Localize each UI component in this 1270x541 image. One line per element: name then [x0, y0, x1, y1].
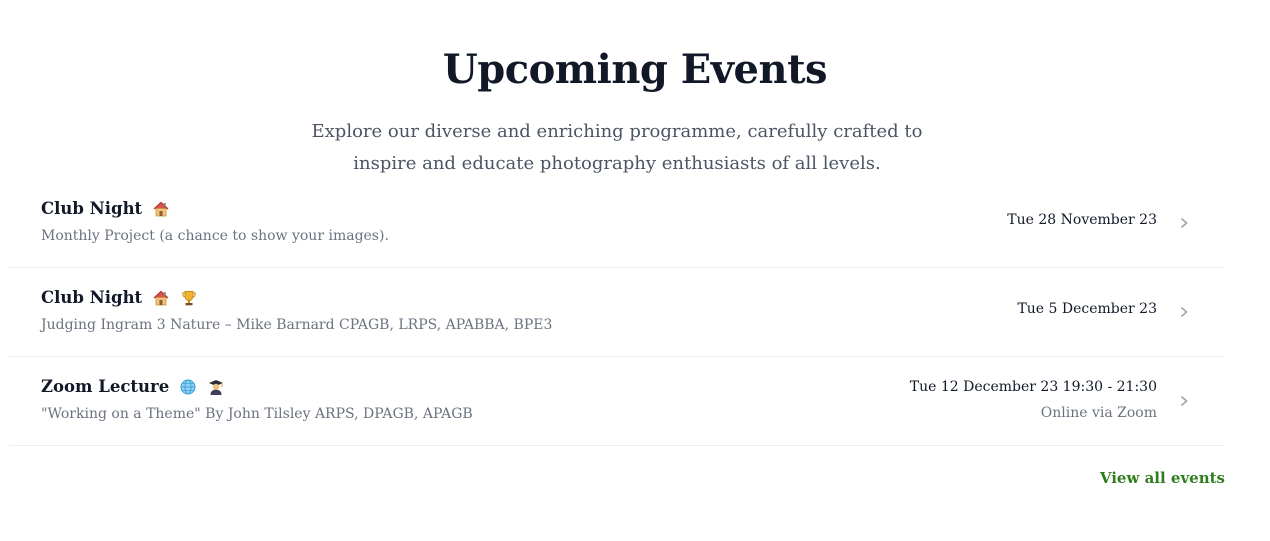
event-title: Zoom Lecture — [41, 377, 170, 396]
event-row[interactable]: Club Night Judging Ingram 3 Nature – Mik… — [9, 268, 1225, 357]
event-title-line: Club Night — [41, 288, 198, 307]
globe-icon — [179, 378, 197, 396]
event-row[interactable]: Club Night Monthly Project (a chance to … — [9, 179, 1225, 268]
house-icon — [152, 200, 170, 218]
trophy-icon — [180, 289, 198, 307]
event-title-line: Zoom Lecture — [41, 377, 225, 396]
event-date: Tue 12 December 23 19:30 - 21:30 — [909, 379, 1157, 395]
event-location: Online via Zoom — [1040, 405, 1157, 421]
event-row[interactable]: Zoom Lecture "Working on a Theme" By Joh… — [9, 357, 1225, 446]
graduate-icon — [207, 378, 225, 396]
chevron-right-icon[interactable] — [1177, 394, 1191, 408]
event-date: Tue 28 November 23 — [1007, 212, 1157, 228]
chevron-right-icon[interactable] — [1177, 305, 1191, 319]
event-title: Club Night — [41, 288, 143, 307]
event-description: Judging Ingram 3 Nature – Mike Barnard C… — [41, 317, 553, 333]
house-icon — [152, 289, 170, 307]
event-description: "Working on a Theme" By John Tilsley ARP… — [41, 406, 473, 422]
view-all-events-link[interactable]: View all events — [1100, 469, 1225, 487]
chevron-right-icon[interactable] — [1177, 216, 1191, 230]
section-subtitle: Explore our diverse and enriching progra… — [311, 121, 923, 174]
event-title: Club Night — [41, 199, 143, 218]
event-date: Tue 5 December 23 — [1017, 301, 1157, 317]
event-list: Club Night Monthly Project (a chance to … — [9, 179, 1225, 446]
upcoming-events-section: Upcoming Events Explore our diverse and … — [0, 0, 1270, 541]
event-description: Monthly Project (a chance to show your i… — [41, 228, 389, 244]
event-title-line: Club Night — [41, 199, 170, 218]
section-title: Upcoming Events — [442, 46, 828, 93]
